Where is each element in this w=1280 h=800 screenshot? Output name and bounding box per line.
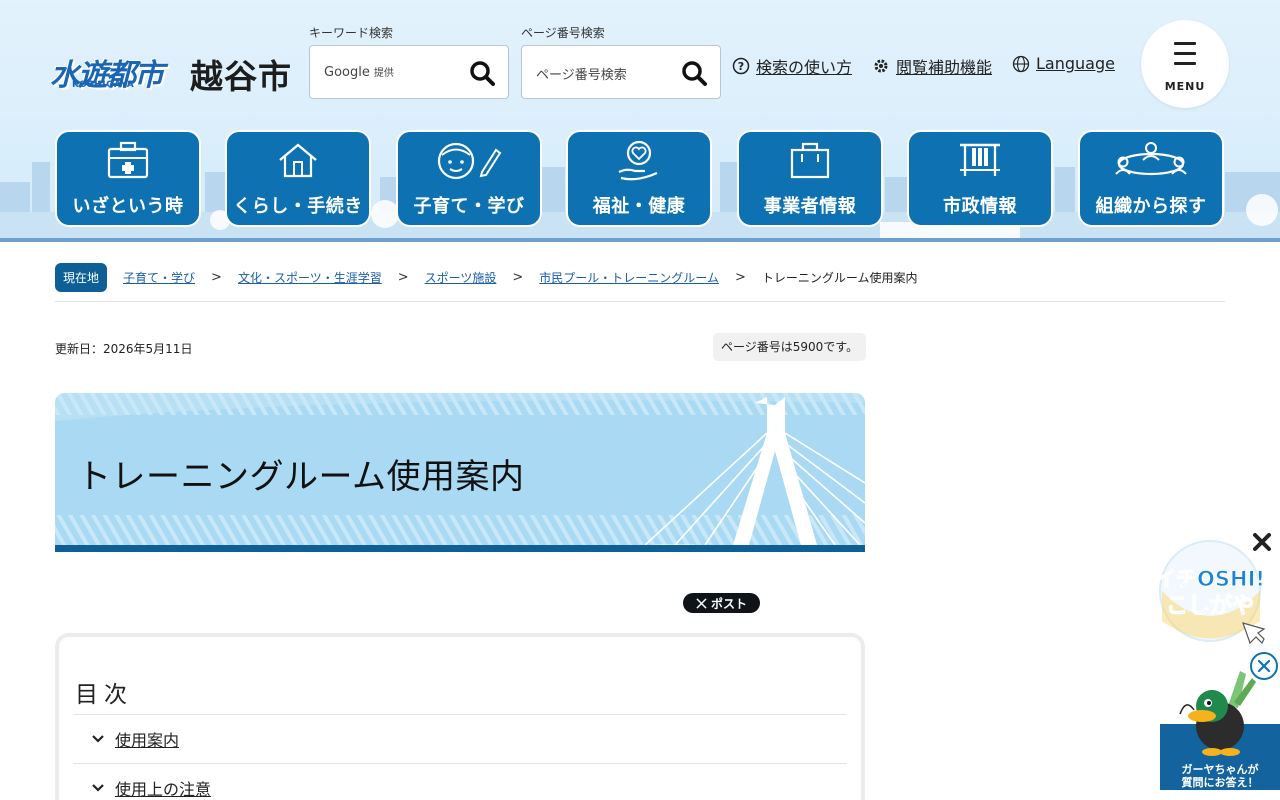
site-header: 水遊都市 KOSHIGAYA 越谷市 キーワード検索 Google 提供 ページ番… (0, 0, 1280, 242)
nav-organization[interactable]: 組織から探す (1078, 130, 1224, 227)
svg-text:?: ? (738, 60, 744, 73)
page-search-placeholder: ページ番号検索 (536, 68, 627, 83)
breadcrumb-link[interactable]: 市民プール・トレーニングルーム (539, 269, 719, 286)
question-circle-icon: ? (732, 57, 750, 75)
google-placeholder: Google (324, 65, 370, 80)
page-number-badge: ページ番号は5900です。 (713, 333, 867, 361)
google-provider-note: 提供 (373, 68, 394, 79)
nav-business[interactable]: 事業者情報 (737, 130, 883, 227)
close-icon[interactable] (1251, 531, 1273, 553)
page-title: トレーニングルーム使用案内 (77, 457, 525, 497)
breadcrumb-link[interactable]: 子育て・学び (123, 269, 195, 286)
breadcrumb-link[interactable]: 文化・スポーツ・生涯学習 (238, 269, 382, 286)
breadcrumb-separator: > (211, 269, 222, 285)
toc-item[interactable]: 使用案内 (73, 714, 847, 763)
breadcrumb-divider (55, 301, 1225, 302)
page-search-label: ページ番号検索 (521, 26, 605, 40)
heart-hand-icon (618, 140, 658, 181)
table-of-contents: 目次 使用案内 使用上の注意 (55, 633, 865, 800)
toc-item[interactable]: 使用上の注意 (73, 763, 847, 800)
briefcase-icon (790, 142, 830, 179)
nav-welfare-health[interactable]: 福祉・健康 (566, 130, 712, 227)
chevron-down-icon (92, 735, 104, 743)
first-aid-kit-icon (107, 141, 149, 179)
search-icon[interactable] (680, 59, 708, 87)
gear-icon (874, 59, 888, 73)
government-building-icon (960, 143, 1000, 176)
breadcrumb: 現在地 子育て・学び > 文化・スポーツ・生涯学習 > スポーツ施設 > 市民プ… (55, 262, 918, 292)
globe-icon (1012, 55, 1030, 72)
breadcrumb-here-label: 現在地 (55, 262, 108, 292)
breadcrumb-current: トレーニングルーム使用案内 (761, 270, 918, 285)
breadcrumb-link[interactable]: スポーツ施設 (425, 269, 497, 286)
breadcrumb-separator: > (512, 269, 524, 285)
title-underline-bar (55, 545, 865, 552)
search-icon[interactable] (468, 59, 496, 87)
svg-text:イチOSHI!: イチOSHI! (1155, 567, 1265, 591)
child-pencil-icon (437, 142, 502, 180)
page-title-banner: トレーニングルーム使用案内 (55, 393, 865, 552)
x-logo-icon (696, 597, 707, 609)
duck-mascot-icon (1179, 671, 1256, 756)
accessibility-link[interactable]: 閲覧補助機能 (872, 54, 992, 78)
hamburger-icon (1174, 42, 1196, 72)
logo-subtext: KOSHIGAYA (72, 80, 135, 90)
header-divider (0, 238, 1280, 242)
organization-icon (1115, 142, 1187, 176)
svg-text:こしがや: こしがや (1166, 593, 1254, 619)
x-post-button[interactable]: ポスト (683, 593, 760, 613)
keyword-search-label: キーワード検索 (309, 26, 394, 40)
page-number-search-input[interactable]: ページ番号検索 (521, 45, 721, 99)
nav-emergency[interactable]: いざという時 (55, 130, 201, 227)
updated-date: 更新日：2026年5月11日 (55, 342, 193, 356)
chatbot-caption: ガーヤちゃんが 質問にお答え！ (1181, 763, 1259, 789)
nav-living[interactable]: くらし・手続き (225, 130, 371, 227)
breadcrumb-separator: > (397, 269, 409, 285)
search-help-link[interactable]: ? 検索の使い方 (732, 54, 852, 78)
chevron-down-icon (92, 784, 104, 792)
nav-city-government[interactable]: 市政情報 (907, 130, 1053, 227)
house-icon (279, 143, 317, 178)
city-name[interactable]: 越谷市 (190, 50, 292, 98)
city-logo[interactable]: 水遊都市 KOSHIGAYA (50, 50, 165, 93)
breadcrumb-separator: > (734, 269, 746, 285)
nav-childcare-learning[interactable]: 子育て・学び (396, 130, 542, 227)
toc-title: 目次 (75, 682, 133, 708)
keyword-search-input[interactable]: Google 提供 (309, 45, 509, 99)
language-link[interactable]: Language (1012, 54, 1115, 73)
menu-button[interactable]: MENU (1141, 20, 1229, 108)
chatbot-widget[interactable]: ガーヤちゃんが 質問にお答え！ (1160, 666, 1280, 790)
